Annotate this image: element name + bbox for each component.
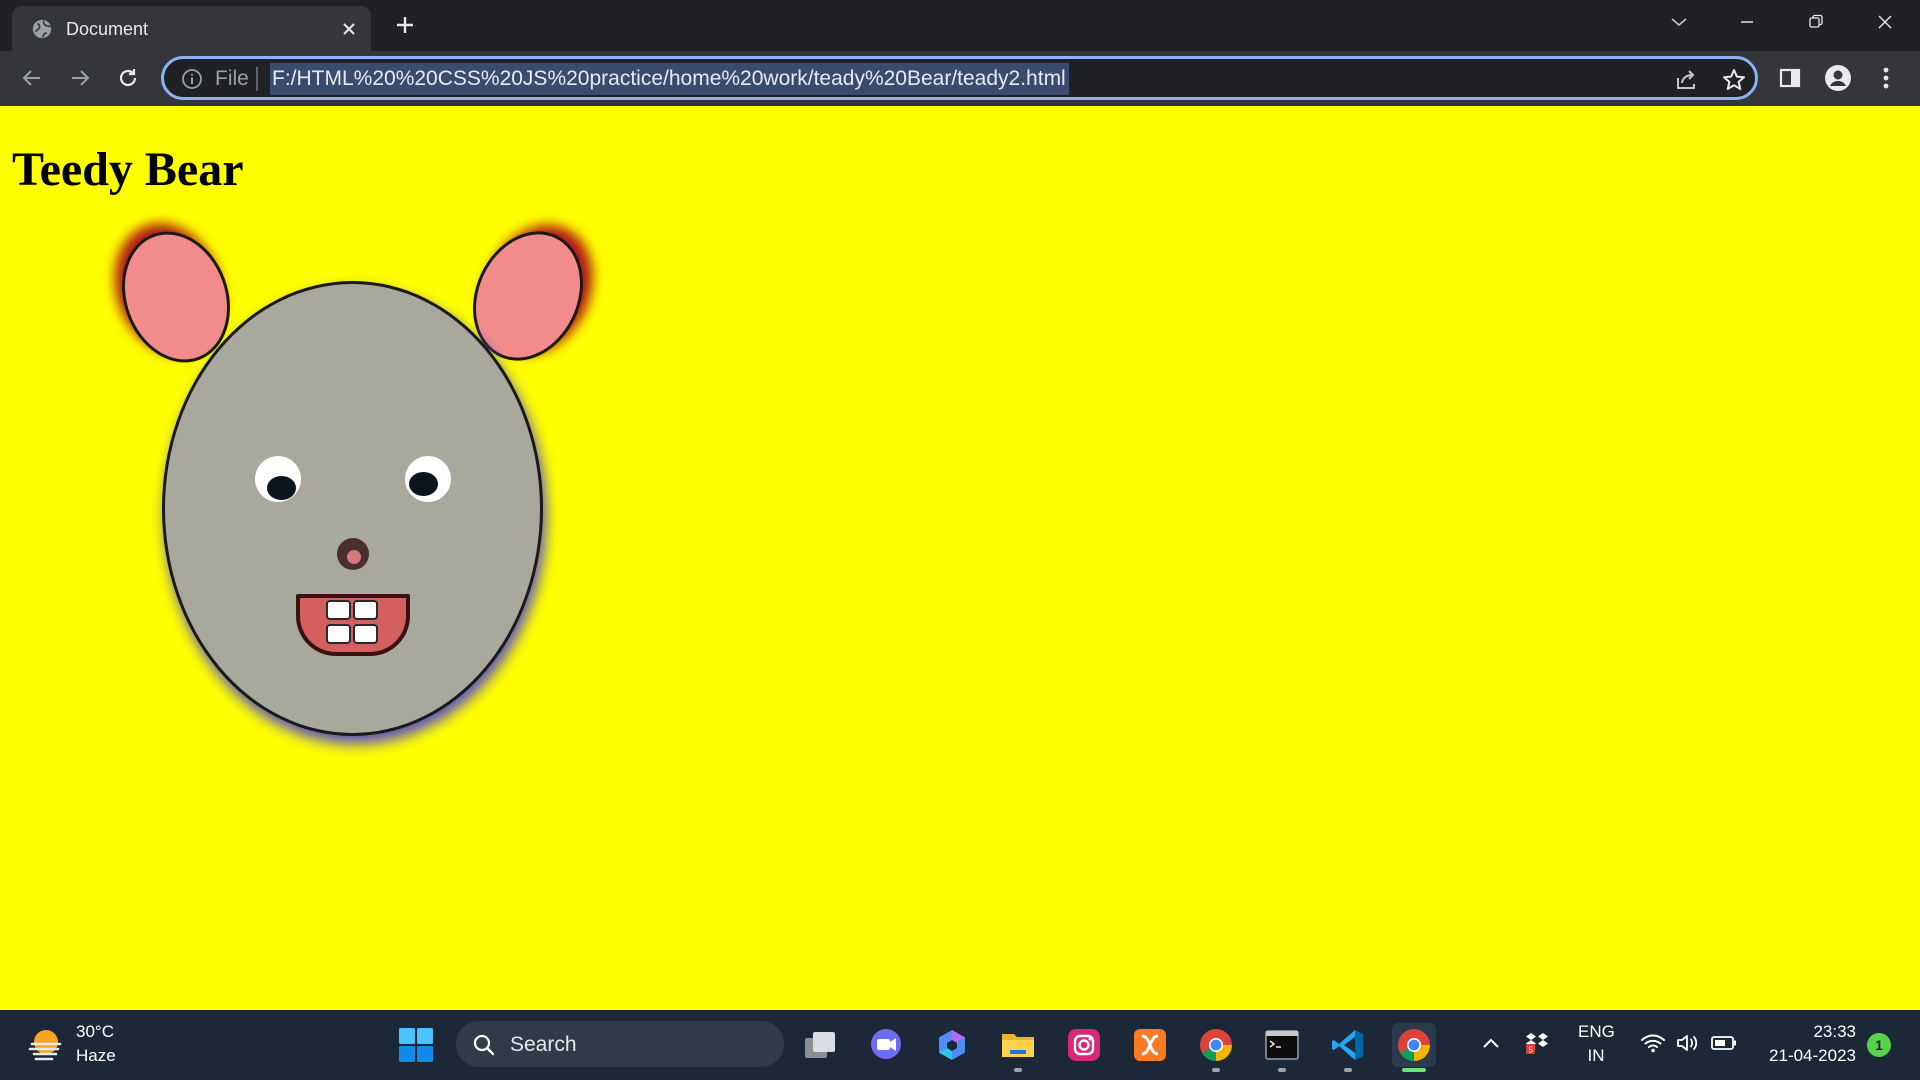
task-view-button[interactable] (798, 1023, 842, 1067)
active-indicator (1402, 1068, 1426, 1072)
info-icon[interactable] (181, 68, 203, 90)
menu-button[interactable] (1870, 62, 1902, 94)
bear-left-eye (255, 456, 301, 502)
bear-tooth (353, 624, 378, 644)
arrow-right-icon (72, 70, 90, 86)
new-tab-button[interactable] (390, 10, 420, 40)
windows-start-icon[interactable] (398, 1027, 434, 1063)
battery-button[interactable] (1711, 1030, 1737, 1056)
avatar-icon (1825, 65, 1851, 91)
kebab-menu-icon (1883, 67, 1889, 89)
reload-icon (119, 69, 137, 87)
language-code[interactable]: ENG (1578, 1022, 1615, 1042)
svg-text:5: 5 (1529, 1046, 1534, 1055)
close-window-button[interactable] (1862, 6, 1908, 38)
volume-button[interactable] (1675, 1030, 1701, 1056)
file-explorer-button[interactable] (996, 1023, 1040, 1067)
running-indicator (1014, 1068, 1022, 1072)
address-url[interactable]: F:/HTML%20%20CSS%20JS%20practice/home%20… (270, 63, 1069, 95)
bear-tooth (326, 600, 351, 620)
search-placeholder: Search (510, 1033, 577, 1056)
bear-nose (337, 538, 369, 570)
address-bar[interactable]: File F:/HTML%20%20CSS%20JS%20practice/ho… (161, 56, 1758, 100)
vscode-icon (1332, 1030, 1363, 1060)
bear-tooth (353, 600, 378, 620)
task-view-icon (805, 1032, 835, 1058)
chrome-icon (1200, 1029, 1232, 1061)
weather-temperature: 30°C (76, 1022, 114, 1041)
chrome-app-button[interactable] (1194, 1023, 1238, 1067)
reload-button[interactable] (110, 60, 146, 96)
vscode-app-button[interactable] (1326, 1023, 1370, 1067)
bear-tooth (326, 624, 351, 644)
wifi-button[interactable] (1640, 1030, 1666, 1056)
video-chat-icon (871, 1029, 901, 1059)
clock-time[interactable]: 23:33 (1750, 1022, 1856, 1042)
close-icon (343, 23, 355, 35)
bear-left-pupil (267, 476, 296, 500)
clock-date[interactable]: 21-04-2023 (1750, 1046, 1856, 1066)
terminal-icon (1265, 1030, 1299, 1060)
restore-icon (1809, 14, 1823, 28)
search-icon (473, 1034, 495, 1056)
running-indicator (1278, 1068, 1286, 1072)
chevron-down-icon (1671, 18, 1687, 27)
wifi-icon (1641, 1034, 1665, 1053)
meet-app-button[interactable] (864, 1023, 908, 1067)
chrome-icon (1398, 1029, 1430, 1061)
running-indicator (1344, 1068, 1352, 1072)
profile-button[interactable] (1822, 62, 1854, 94)
share-icon[interactable] (1672, 66, 1700, 94)
title-bar: Document (0, 0, 1920, 51)
side-panel-button[interactable] (1774, 62, 1806, 94)
minimize-icon (1741, 21, 1753, 23)
language-region[interactable]: IN (1578, 1046, 1614, 1066)
xampp-app-button[interactable] (1128, 1023, 1172, 1067)
haze-sun-icon (28, 1030, 62, 1061)
dropbox-tray-button[interactable]: 5 (1524, 1030, 1550, 1056)
page-title: Teedy Bear (12, 143, 244, 196)
bear-mouth (296, 594, 410, 656)
show-hidden-icons-button[interactable] (1478, 1030, 1504, 1056)
notification-badge[interactable]: 1 (1867, 1033, 1891, 1057)
browser-toolbar: File F:/HTML%20%20CSS%20JS%20practice/ho… (0, 51, 1920, 157)
taskbar: 30°C Haze Search 5 ENG IN 23:33 21-04-20… (0, 1010, 1920, 1080)
page-viewport: Teedy Bear (0, 106, 1920, 1010)
instagram-icon (1068, 1029, 1100, 1061)
copilot-app-button[interactable] (930, 1023, 974, 1067)
close-icon (1878, 15, 1892, 29)
browser-tab[interactable]: Document (12, 6, 371, 51)
forward-button[interactable] (62, 60, 98, 96)
star-icon[interactable] (1720, 66, 1748, 94)
taskbar-search[interactable]: Search (456, 1021, 784, 1067)
folder-icon (1002, 1034, 1034, 1057)
weather-description: Haze (76, 1046, 116, 1065)
dropbox-icon: 5 (1526, 1033, 1548, 1055)
running-indicator (1212, 1068, 1220, 1072)
xampp-icon (1134, 1029, 1166, 1061)
speaker-icon (1677, 1035, 1698, 1051)
instagram-app-button[interactable] (1062, 1023, 1106, 1067)
back-button[interactable] (14, 60, 50, 96)
address-separator (256, 67, 258, 91)
bear-right-pupil (409, 472, 438, 496)
side-panel-icon (1779, 68, 1801, 88)
copilot-icon (939, 1030, 965, 1060)
chrome-active-app-button[interactable] (1392, 1023, 1436, 1067)
minimize-button[interactable] (1724, 6, 1770, 38)
chevron-up-icon (1483, 1038, 1499, 1048)
bear-nostril (347, 550, 361, 564)
terminal-app-button[interactable] (1260, 1023, 1304, 1067)
battery-icon (1711, 1036, 1736, 1050)
tab-search-button[interactable] (1656, 6, 1702, 38)
plus-icon (397, 17, 413, 33)
restore-button[interactable] (1793, 6, 1839, 38)
bear-head (162, 281, 543, 736)
bear-right-eye (405, 456, 451, 502)
address-scheme-label: File (215, 67, 249, 90)
tab-title: Document (66, 19, 149, 39)
globe-icon (32, 19, 52, 39)
arrow-left-icon (22, 70, 40, 86)
tab-close-button[interactable] (335, 15, 363, 43)
